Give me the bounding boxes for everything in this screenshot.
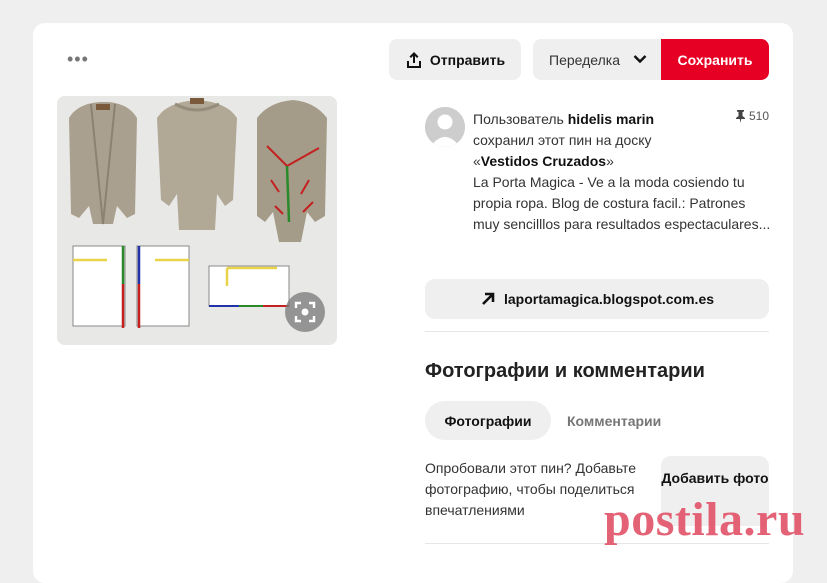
source-link-button[interactable]: laportamagica.blogspot.com.es bbox=[425, 279, 769, 319]
more-horizontal-icon: ••• bbox=[67, 49, 89, 69]
repin-count: 510 bbox=[735, 109, 769, 123]
chevron-down-icon bbox=[633, 55, 647, 64]
more-options-button[interactable]: ••• bbox=[67, 50, 89, 68]
pin-image[interactable] bbox=[57, 96, 337, 345]
pin-description: La Porta Magica - Ve a la moda cosiendo … bbox=[473, 174, 771, 232]
visual-search-icon bbox=[294, 301, 316, 323]
avatar[interactable] bbox=[425, 107, 465, 147]
send-button-label: Отправить bbox=[429, 51, 506, 68]
board-link[interactable]: Vestidos Cruzados bbox=[481, 153, 606, 169]
send-button[interactable]: Отправить bbox=[389, 39, 521, 80]
user-avatar-icon bbox=[425, 107, 465, 147]
visual-search-button[interactable] bbox=[285, 292, 325, 332]
username-link[interactable]: hidelis marin bbox=[568, 111, 654, 127]
tab-comments[interactable]: Комментарии bbox=[567, 401, 661, 440]
pushpin-icon bbox=[736, 109, 745, 123]
tab-photos[interactable]: Фотографии bbox=[425, 401, 551, 440]
source-link-label: laportamagica.blogspot.com.es bbox=[503, 291, 715, 307]
watermark-logo: postila.ru bbox=[604, 493, 806, 546]
saved-text: сохранил этот пин на доску bbox=[473, 132, 652, 148]
board-select-dropdown[interactable]: Переделка bbox=[533, 39, 661, 80]
board-close-quote: » bbox=[606, 153, 614, 169]
board-open-quote: « bbox=[473, 153, 481, 169]
board-select-label: Переделка bbox=[549, 51, 620, 68]
save-button[interactable]: Сохранить bbox=[661, 39, 769, 80]
pin-info: Пользователь hidelis marin сохранил этот… bbox=[473, 109, 773, 235]
user-prefix: Пользователь bbox=[473, 111, 564, 127]
share-upload-icon bbox=[406, 51, 421, 68]
photos-comments-title: Фотографии и комментарии bbox=[425, 360, 705, 382]
repin-count-value: 510 bbox=[749, 109, 770, 123]
divider bbox=[425, 331, 769, 332]
arrow-up-right-icon bbox=[482, 292, 495, 305]
